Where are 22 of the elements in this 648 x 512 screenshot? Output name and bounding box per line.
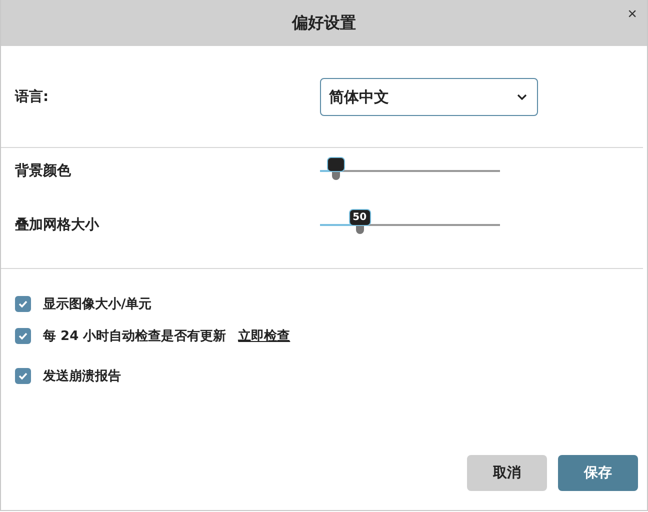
option-label: 每 24 小时自动检查是否有更新 — [43, 328, 226, 345]
checkbox[interactable] — [15, 296, 31, 312]
save-button[interactable]: 保存 — [558, 455, 638, 491]
check-now-link[interactable]: 立即检查 — [238, 327, 290, 345]
chevron-icon — [517, 94, 527, 100]
color-swatch — [327, 157, 346, 172]
language-dropdown[interactable]: 简体中文 — [320, 78, 538, 116]
check-icon — [18, 372, 28, 380]
check-icon — [18, 332, 28, 340]
option-label: 发送崩溃报告 — [43, 368, 121, 385]
checkbox[interactable] — [15, 328, 31, 344]
checkbox[interactable] — [15, 368, 31, 384]
slider[interactable]: 50 — [320, 211, 500, 239]
slider-label: 背景颜色 — [15, 162, 72, 180]
close-button[interactable]: × — [624, 6, 641, 24]
value-tooltip: 50 — [348, 209, 371, 226]
check-icon — [18, 300, 28, 308]
window-title: 偏好设置 — [292, 12, 356, 34]
cancel-button[interactable]: 取消 — [467, 455, 547, 491]
language-label: 语言: — [15, 88, 50, 106]
slider-label: 叠加网格大小 — [15, 216, 100, 234]
option-label: 显示图像大小/单元 — [43, 296, 152, 313]
